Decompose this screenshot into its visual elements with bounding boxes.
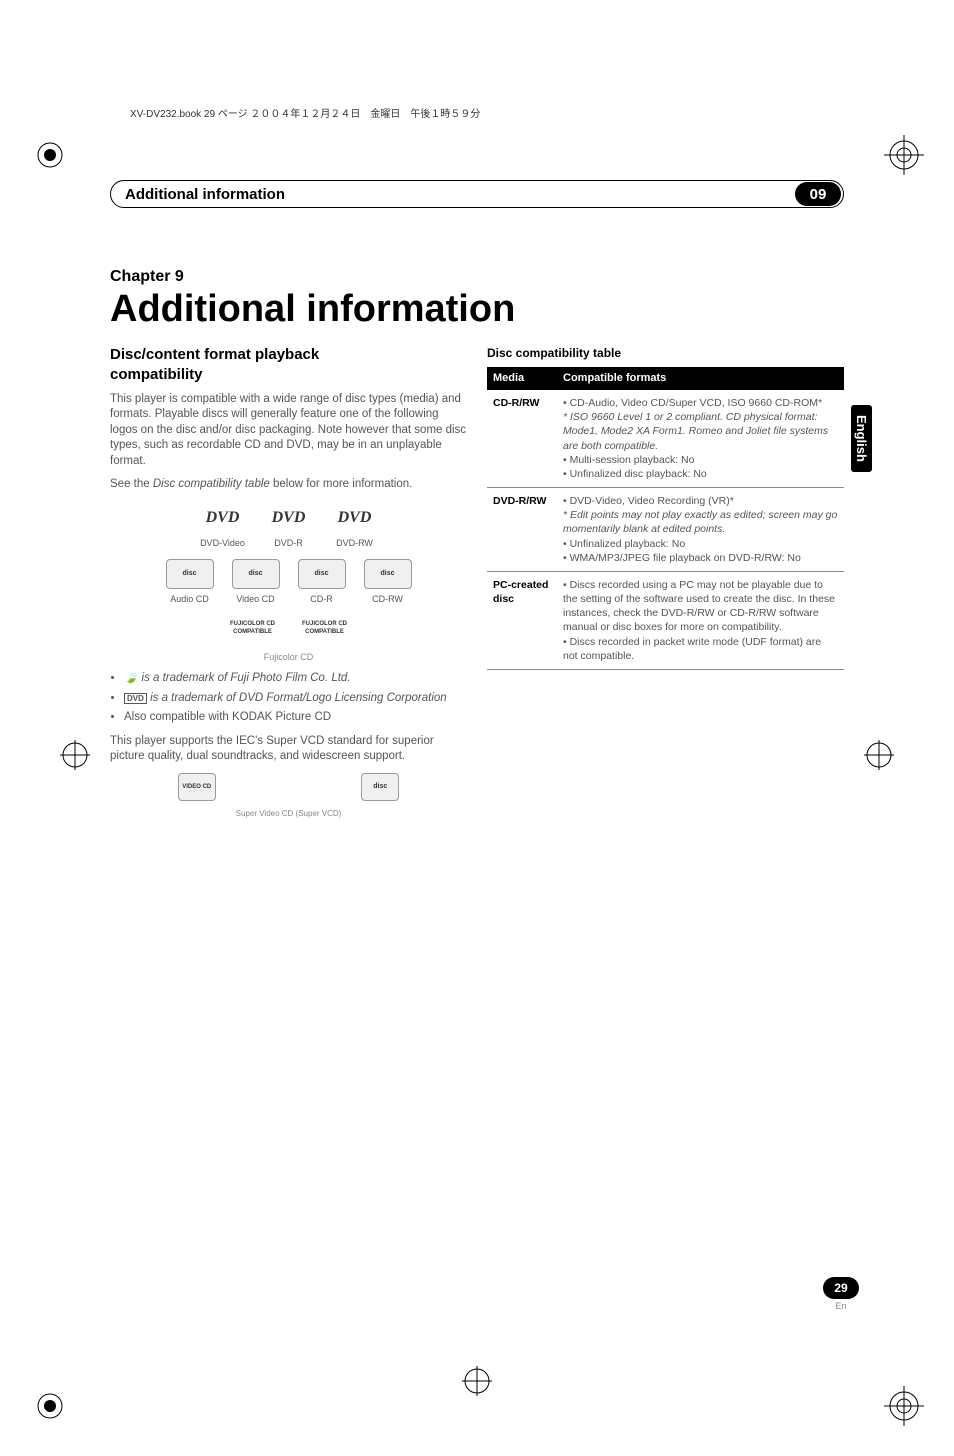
formats-cell: • DVD-Video, Video Recording (VR)** Edit…	[557, 488, 844, 572]
crop-mark-top-left	[30, 135, 70, 175]
table-row: DVD-R/RW• DVD-Video, Video Recording (VR…	[487, 488, 844, 572]
crop-mark-top-right	[884, 135, 924, 175]
th-media: Media	[487, 367, 557, 390]
fujicolor-cd-compat-logo: FUJICOLOR CD COMPATIBLE	[301, 613, 349, 647]
table-row: CD-R/RW• CD-Audio, Video CD/Super VCD, I…	[487, 390, 844, 488]
crop-mark-bottom-right	[884, 1386, 924, 1426]
svcd-logo-row: VIDEO CD disc	[110, 773, 467, 805]
cd-r-logo: disc CD-R	[298, 559, 346, 605]
fujicolor-logo-row: FUJICOLOR CD COMPATIBLE FUJICOLOR CD COM…	[110, 613, 467, 647]
fujicolor-cd-logo: FUJICOLOR CD COMPATIBLE	[229, 613, 277, 647]
audio-cd-logo: disc Audio CD	[166, 559, 214, 605]
page-number: 29 En	[823, 1277, 859, 1311]
media-cell: PC-createddisc	[487, 571, 557, 669]
table-row: PC-createddisc• Discs recorded using a P…	[487, 571, 844, 669]
dvd-video-logo: DVD DVD-Video	[199, 503, 247, 549]
compat-heading: Disc/content format playback compatibili…	[110, 345, 467, 386]
dvd-trademark-bullet: DVD is a trademark of DVD Format/Logo Li…	[124, 691, 467, 707]
dvd-logo-icon: DVD	[124, 693, 147, 704]
registration-mark-left	[60, 740, 90, 770]
svcd-caption: Super Video CD (Super VCD)	[110, 809, 467, 820]
compat-intro-para: This player is compatible with a wide ra…	[110, 392, 467, 470]
left-column: Disc/content format playback compatibili…	[110, 345, 467, 819]
trademark-bullets: 🍃 is a trademark of Fuji Photo Film Co. …	[110, 671, 467, 726]
fuji-trademark-bullet: 🍃 is a trademark of Fuji Photo Film Co. …	[124, 671, 467, 687]
page-number-badge: 29	[823, 1277, 859, 1299]
svcd-para: This player supports the IEC's Super VCD…	[110, 734, 467, 765]
disc-compat-table: Media Compatible formats CD-R/RW• CD-Aud…	[487, 367, 844, 670]
cd-rw-logo: disc CD-RW	[364, 559, 412, 605]
media-cell: CD-R/RW	[487, 390, 557, 488]
compat-see-table: See the Disc compatibility table below f…	[110, 477, 467, 493]
compat-table-heading: Disc compatibility table	[487, 345, 844, 361]
chapter-heading: Chapter 9 Additional information	[110, 268, 844, 331]
fujicolor-caption: Fujicolor CD	[110, 651, 467, 663]
chapter-label: Chapter 9	[110, 268, 844, 286]
dvd-logo-row: DVD DVD-Video DVD DVD-R DVD DVD-RW	[110, 503, 467, 549]
right-column: Disc compatibility table Media Compatibl…	[487, 345, 844, 819]
section-title: Additional information	[125, 186, 285, 203]
chapter-title: Additional information	[110, 288, 844, 331]
kodak-bullet: Also compatible with KODAK Picture CD	[124, 710, 467, 726]
th-formats: Compatible formats	[557, 367, 844, 390]
section-number: 09	[795, 182, 841, 206]
book-header-line: XV-DV232.book 29 ページ ２００４年１２月２４日 金曜日 午後１…	[130, 105, 954, 120]
cd-logo-row: disc Audio CD disc Video CD disc CD-R di…	[110, 559, 467, 605]
registration-mark-right	[864, 740, 894, 770]
dvd-rw-logo: DVD DVD-RW	[331, 503, 379, 549]
crop-mark-bottom-left	[30, 1386, 70, 1426]
language-tab: English	[851, 405, 872, 472]
media-cell: DVD-R/RW	[487, 488, 557, 572]
registration-mark-bottom	[462, 1366, 492, 1396]
formats-cell: • CD-Audio, Video CD/Super VCD, ISO 9660…	[557, 390, 844, 488]
section-header: Additional information 09	[110, 180, 844, 208]
formats-cell: • Discs recorded using a PC may not be p…	[557, 571, 844, 669]
fuji-leaf-icon: 🍃	[124, 672, 138, 684]
dvd-r-logo: DVD DVD-R	[265, 503, 313, 549]
video-cd-logo: disc Video CD	[232, 559, 280, 605]
compact-disc-svcd-logo: disc	[361, 773, 399, 801]
page-lang: En	[823, 1301, 859, 1311]
super-video-cd-logo: VIDEO CD	[178, 773, 216, 801]
